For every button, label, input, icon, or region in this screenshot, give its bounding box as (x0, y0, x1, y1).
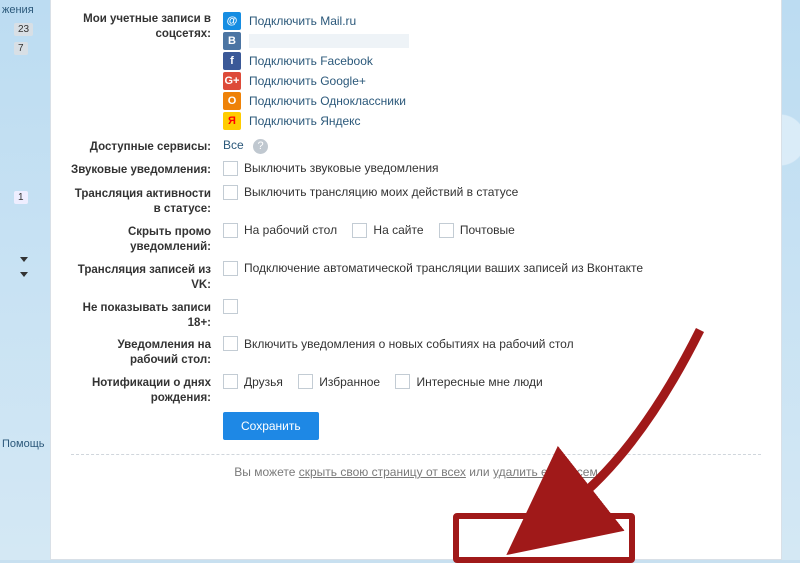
sidebar-partial-link[interactable]: жения (0, 0, 40, 20)
hide-page-link[interactable]: скрыть свою страницу от всех (299, 465, 466, 479)
promo-label: Скрыть промо уведомлений: (71, 223, 223, 255)
delete-page-link[interactable]: удалить её совсем (493, 465, 598, 479)
mailru-icon: @ (223, 12, 241, 30)
footer-text: Вы можете скрыть свою страницу от всех и… (71, 465, 761, 479)
vk-feed-checkbox-label: Подключение автоматической трансляции ва… (244, 261, 643, 275)
vk-feed-checkbox[interactable] (223, 261, 238, 276)
desktop-notif-label: Уведомления на рабочий стол: (71, 336, 223, 368)
separator (71, 454, 761, 455)
desktop-notif-checkbox[interactable] (223, 336, 238, 351)
connect-yandex-link[interactable]: Подключить Яндекс (249, 114, 361, 128)
activity-checkbox[interactable] (223, 185, 238, 200)
settings-panel: Мои учетные записи в соцсетях: @ Подключи… (50, 0, 782, 560)
vk-connected-bar (249, 34, 409, 48)
yandex-icon: Я (223, 112, 241, 130)
adult-checkbox[interactable] (223, 299, 238, 314)
accounts-label: Мои учетные записи в соцсетях: (71, 10, 223, 42)
caret-down-icon[interactable] (20, 272, 28, 277)
facebook-icon: f (223, 52, 241, 70)
services-label: Доступные сервисы: (71, 138, 223, 155)
connect-facebook-link[interactable]: Подключить Facebook (249, 54, 373, 68)
help-icon[interactable]: ? (253, 139, 268, 154)
sidebar-badge: 7 (14, 42, 28, 55)
activity-checkbox-label: Выключить трансляцию моих действий в ста… (244, 185, 518, 199)
left-sidebar: жения 23 7 1 Помощь (0, 0, 40, 560)
help-link[interactable]: Помощь (2, 438, 45, 450)
sound-checkbox[interactable] (223, 161, 238, 176)
desktop-notif-checkbox-label: Включить уведомления о новых событиях на… (244, 337, 574, 351)
connect-mailru-link[interactable]: Подключить Mail.ru (249, 14, 356, 28)
vk-icon: B (223, 32, 241, 50)
sound-checkbox-label: Выключить звуковые уведомления (244, 161, 439, 175)
activity-label: Трансляция активности в статусе: (71, 185, 223, 217)
promo-desktop-checkbox[interactable] (223, 223, 238, 238)
vk-feed-label: Трансляция записей из VK: (71, 261, 223, 293)
googleplus-icon: G+ (223, 72, 241, 90)
services-all-link[interactable]: Все (223, 138, 244, 152)
adult-label: Не показывать записи 18+: (71, 299, 223, 331)
save-button[interactable]: Сохранить (223, 412, 319, 440)
birthday-label: Нотификации о днях рождения: (71, 374, 223, 406)
bday-fav-checkbox[interactable] (298, 374, 313, 389)
odnoklassniki-icon: O (223, 92, 241, 110)
connect-ok-link[interactable]: Подключить Одноклассники (249, 94, 406, 108)
promo-mail-checkbox[interactable] (439, 223, 454, 238)
connect-googleplus-link[interactable]: Подключить Google+ (249, 74, 366, 88)
bday-friends-checkbox[interactable] (223, 374, 238, 389)
promo-site-checkbox[interactable] (352, 223, 367, 238)
caret-down-icon[interactable] (20, 257, 28, 262)
bday-interest-checkbox[interactable] (395, 374, 410, 389)
sound-label: Звуковые уведомления: (71, 161, 223, 178)
sidebar-badge-small: 1 (14, 191, 28, 204)
sidebar-badge: 23 (14, 23, 33, 36)
